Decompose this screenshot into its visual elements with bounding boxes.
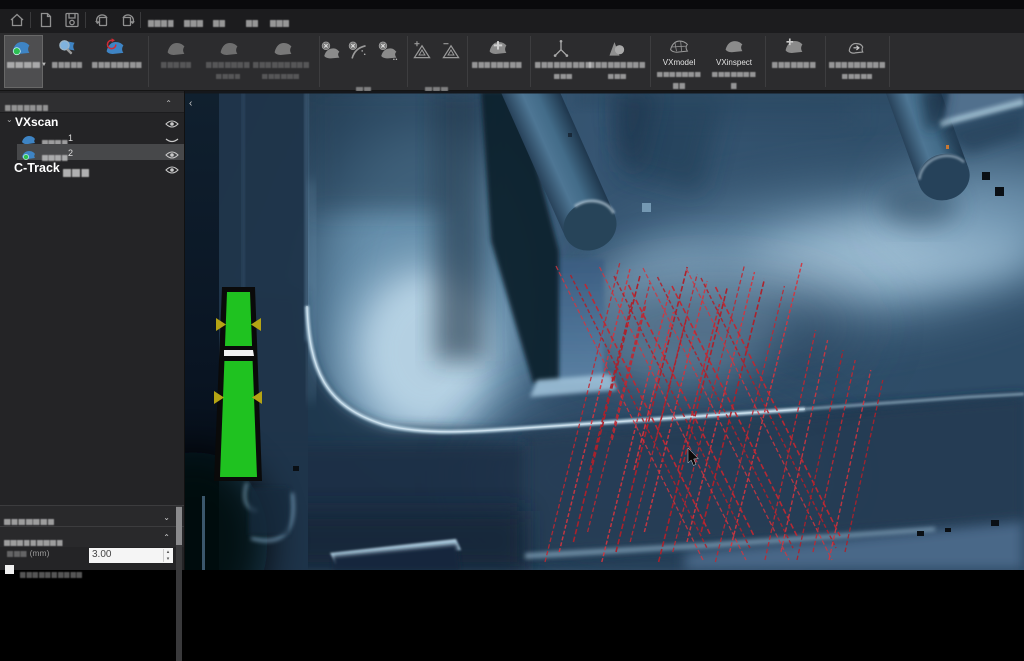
svg-text:‹: ‹ [189, 98, 192, 109]
